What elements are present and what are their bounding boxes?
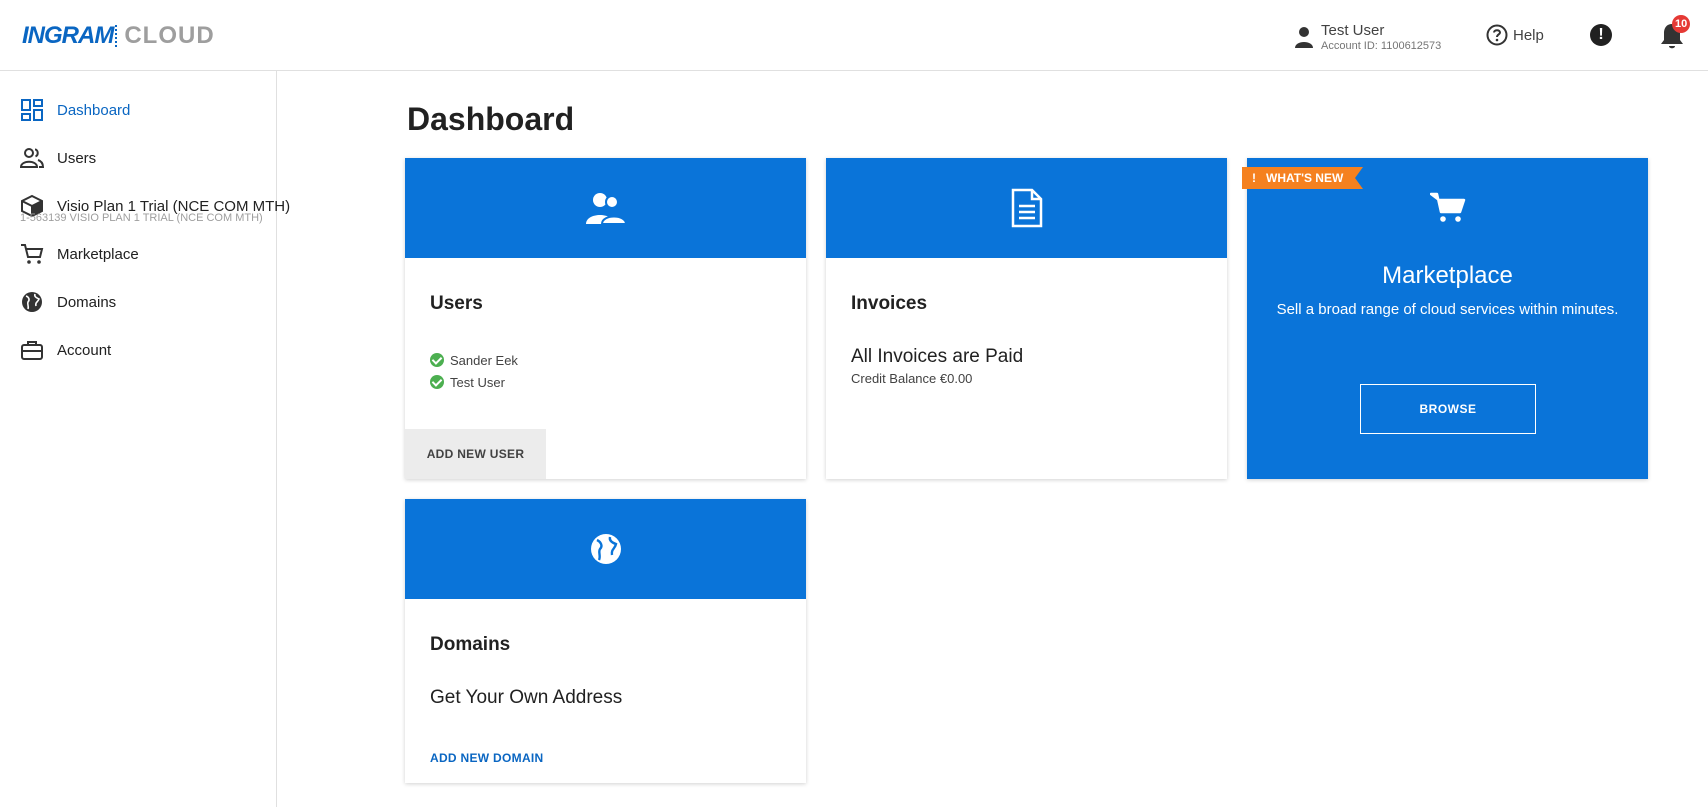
domains-subtitle: Get Your Own Address: [430, 687, 623, 708]
list-item[interactable]: Test User: [430, 371, 518, 393]
dashboard-icon: [21, 99, 43, 121]
sidebar-item-label: Users: [57, 149, 97, 167]
sidebar-item-visio-plan[interactable]: Visio Plan 1 Trial (NCE COM MTH) 1-56313…: [0, 184, 290, 228]
add-new-user-button[interactable]: ADD NEW USER: [405, 429, 546, 479]
top-bar: INGRAM CLOUD Test User Account ID: 11006…: [0, 0, 1708, 71]
domains-card-header: [405, 499, 806, 599]
cart-icon: [21, 244, 44, 264]
briefcase-icon: [21, 341, 43, 360]
sidebar-item-domains[interactable]: Domains: [0, 280, 277, 324]
domains-card: Domains Get Your Own Address ADD NEW DOM…: [405, 499, 806, 783]
logo-text-ingram: INGRAM: [22, 22, 114, 49]
users-icon: [20, 148, 44, 168]
sidebar-item-dashboard[interactable]: Dashboard: [0, 88, 277, 132]
invoice-status: All Invoices are Paid: [851, 346, 1024, 367]
users-icon: [585, 193, 627, 225]
cart-icon: [1430, 192, 1466, 222]
whats-new-ribbon: ! WHAT'S NEW: [1242, 167, 1364, 189]
globe-icon: [590, 534, 621, 564]
user-list: Sander Eek Test User: [430, 349, 518, 393]
globe-icon: [22, 292, 42, 312]
marketplace-title: Marketplace: [1382, 262, 1513, 289]
sidebar-item-marketplace[interactable]: Marketplace: [0, 232, 277, 276]
sidebar-item-account[interactable]: Account: [0, 328, 277, 372]
user-icon: [1295, 27, 1313, 48]
logo-text-cloud: CLOUD: [124, 22, 215, 49]
add-new-domain-link[interactable]: ADD NEW DOMAIN: [430, 751, 544, 765]
invoices-card-title: Invoices: [851, 293, 928, 314]
users-card-header: [405, 158, 806, 258]
invoices-card: Invoices All Invoices are Paid Credit Ba…: [826, 158, 1227, 479]
credit-balance: Credit Balance €0.00: [851, 371, 973, 386]
marketplace-description: Sell a broad range of cloud services wit…: [1276, 301, 1619, 318]
invoices-card-header: [826, 158, 1227, 258]
browse-button[interactable]: BROWSE: [1360, 384, 1536, 434]
exclamation-icon[interactable]: !: [1590, 24, 1612, 46]
domains-card-title: Domains: [430, 634, 511, 655]
sidebar: Dashboard Users Visio Plan 1 Trial (NCE …: [0, 71, 290, 807]
sidebar-item-sublabel: 1-563139 VISIO PLAN 1 TRIAL (NCE COM MTH…: [20, 212, 263, 224]
sidebar-item-label: Dashboard: [57, 101, 131, 119]
help-icon: [1486, 24, 1508, 46]
sidebar-item-label: Domains: [57, 293, 117, 311]
user-name: Test User: [1321, 21, 1385, 39]
logo-mark: [115, 25, 120, 47]
help-label: Help: [1513, 26, 1544, 44]
user-list-name: Sander Eek: [450, 352, 518, 368]
ribbon-label: WHAT'S NEW: [1266, 171, 1344, 185]
page-title: Dashboard: [407, 101, 575, 137]
account-id: Account ID: 1100612573: [1321, 39, 1442, 52]
sidebar-item-label: Account: [57, 341, 112, 359]
exclamation-icon: !: [1252, 171, 1256, 185]
user-info: Test User Account ID: 1100612573: [1321, 23, 1441, 52]
notification-badge: 10: [1672, 15, 1691, 33]
marketplace-card: ! WHAT'S NEW Marketplace Sell a broad ra…: [1242, 158, 1648, 479]
main-content: Dashboard Users Sander Eek Test User ADD…: [277, 71, 1708, 807]
users-card-title: Users: [430, 293, 483, 314]
users-card: Users Sander Eek Test User ADD NEW USER: [405, 158, 806, 479]
check-circle-icon: [430, 353, 444, 367]
list-item[interactable]: Sander Eek: [430, 349, 518, 371]
document-icon: [1011, 188, 1042, 228]
check-circle-icon: [430, 375, 444, 389]
user-menu[interactable]: Test User Account ID: 1100612573: [1295, 22, 1441, 52]
help-button[interactable]: Help: [1486, 24, 1544, 46]
sidebar-item-label: Marketplace: [57, 245, 139, 263]
user-list-name: Test User: [450, 374, 505, 390]
ingram-cloud-logo[interactable]: INGRAM CLOUD: [22, 22, 215, 50]
sidebar-item-users[interactable]: Users: [0, 136, 277, 180]
